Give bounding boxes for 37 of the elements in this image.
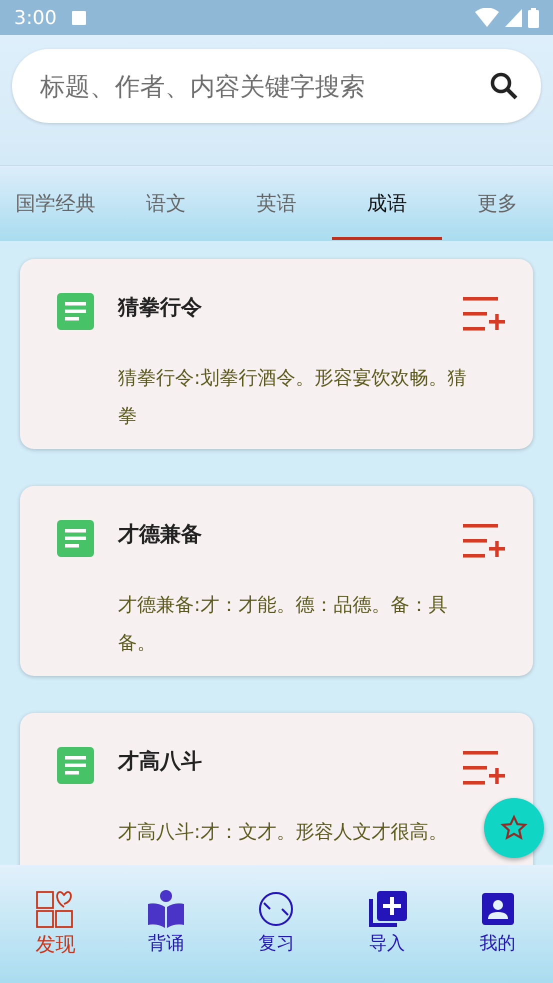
idiom-title: 才德兼备 bbox=[118, 521, 203, 548]
idiom-title: 猜拳行令 bbox=[118, 294, 203, 321]
nav-item[interactable]: 背诵 bbox=[110, 889, 222, 983]
category-tab[interactable]: 成语 bbox=[332, 166, 442, 241]
nav-item[interactable]: 我的 bbox=[442, 889, 553, 983]
category-tab[interactable]: 国学经典 bbox=[0, 166, 111, 241]
add-to-list-icon[interactable] bbox=[463, 297, 505, 333]
keyboard-icon bbox=[70, 10, 87, 26]
battery-icon bbox=[528, 8, 539, 28]
category-tab[interactable]: 英语 bbox=[221, 166, 332, 241]
document-icon bbox=[57, 293, 94, 330]
grid-heart-icon bbox=[35, 889, 76, 929]
nav-item[interactable]: 复习 bbox=[221, 889, 332, 983]
signal-icon bbox=[505, 8, 522, 26]
nav-item[interactable]: 发现 bbox=[0, 889, 111, 983]
nav-item[interactable]: 导入 bbox=[332, 889, 442, 983]
idiom-card[interactable]: 才德兼备 才德兼备:才：才能。德：品德。备：具备。 bbox=[20, 486, 533, 676]
add-to-list-icon[interactable] bbox=[463, 751, 505, 787]
idiom-title: 才高八斗 bbox=[118, 748, 203, 775]
idiom-card[interactable]: 才高八斗 才高八斗:才：文才。形容人文才很高。 bbox=[20, 713, 533, 865]
category-tab[interactable]: 更多 bbox=[442, 166, 553, 241]
add-library-icon bbox=[367, 889, 408, 929]
search-icon[interactable] bbox=[489, 71, 519, 101]
idiom-card[interactable]: 猜拳行令 猜拳行令:划拳行酒令。形容宴饮欢畅。猜拳 bbox=[20, 259, 533, 449]
idiom-definition: 才德兼备:才：才能。德：品德。备：具备。 bbox=[118, 593, 448, 656]
search-field[interactable]: 标题、作者、内容关键字搜索 bbox=[38, 70, 489, 102]
star-icon bbox=[500, 814, 528, 842]
idiom-definition: 才高八斗:才：文才。形容人文才很高。 bbox=[118, 820, 448, 845]
add-to-list-icon[interactable] bbox=[463, 524, 505, 560]
wifi-icon bbox=[475, 8, 499, 27]
search-bar[interactable]: 标题、作者、内容关键字搜索 bbox=[12, 49, 541, 123]
category-tab[interactable]: 语文 bbox=[110, 166, 222, 241]
document-icon bbox=[57, 520, 94, 557]
status-time: 3:00 bbox=[14, 6, 57, 28]
reading-person-icon bbox=[146, 889, 186, 929]
idiom-definition: 猜拳行令:划拳行酒令。形容宴饮欢畅。猜拳 bbox=[118, 366, 468, 429]
document-icon bbox=[57, 747, 94, 784]
